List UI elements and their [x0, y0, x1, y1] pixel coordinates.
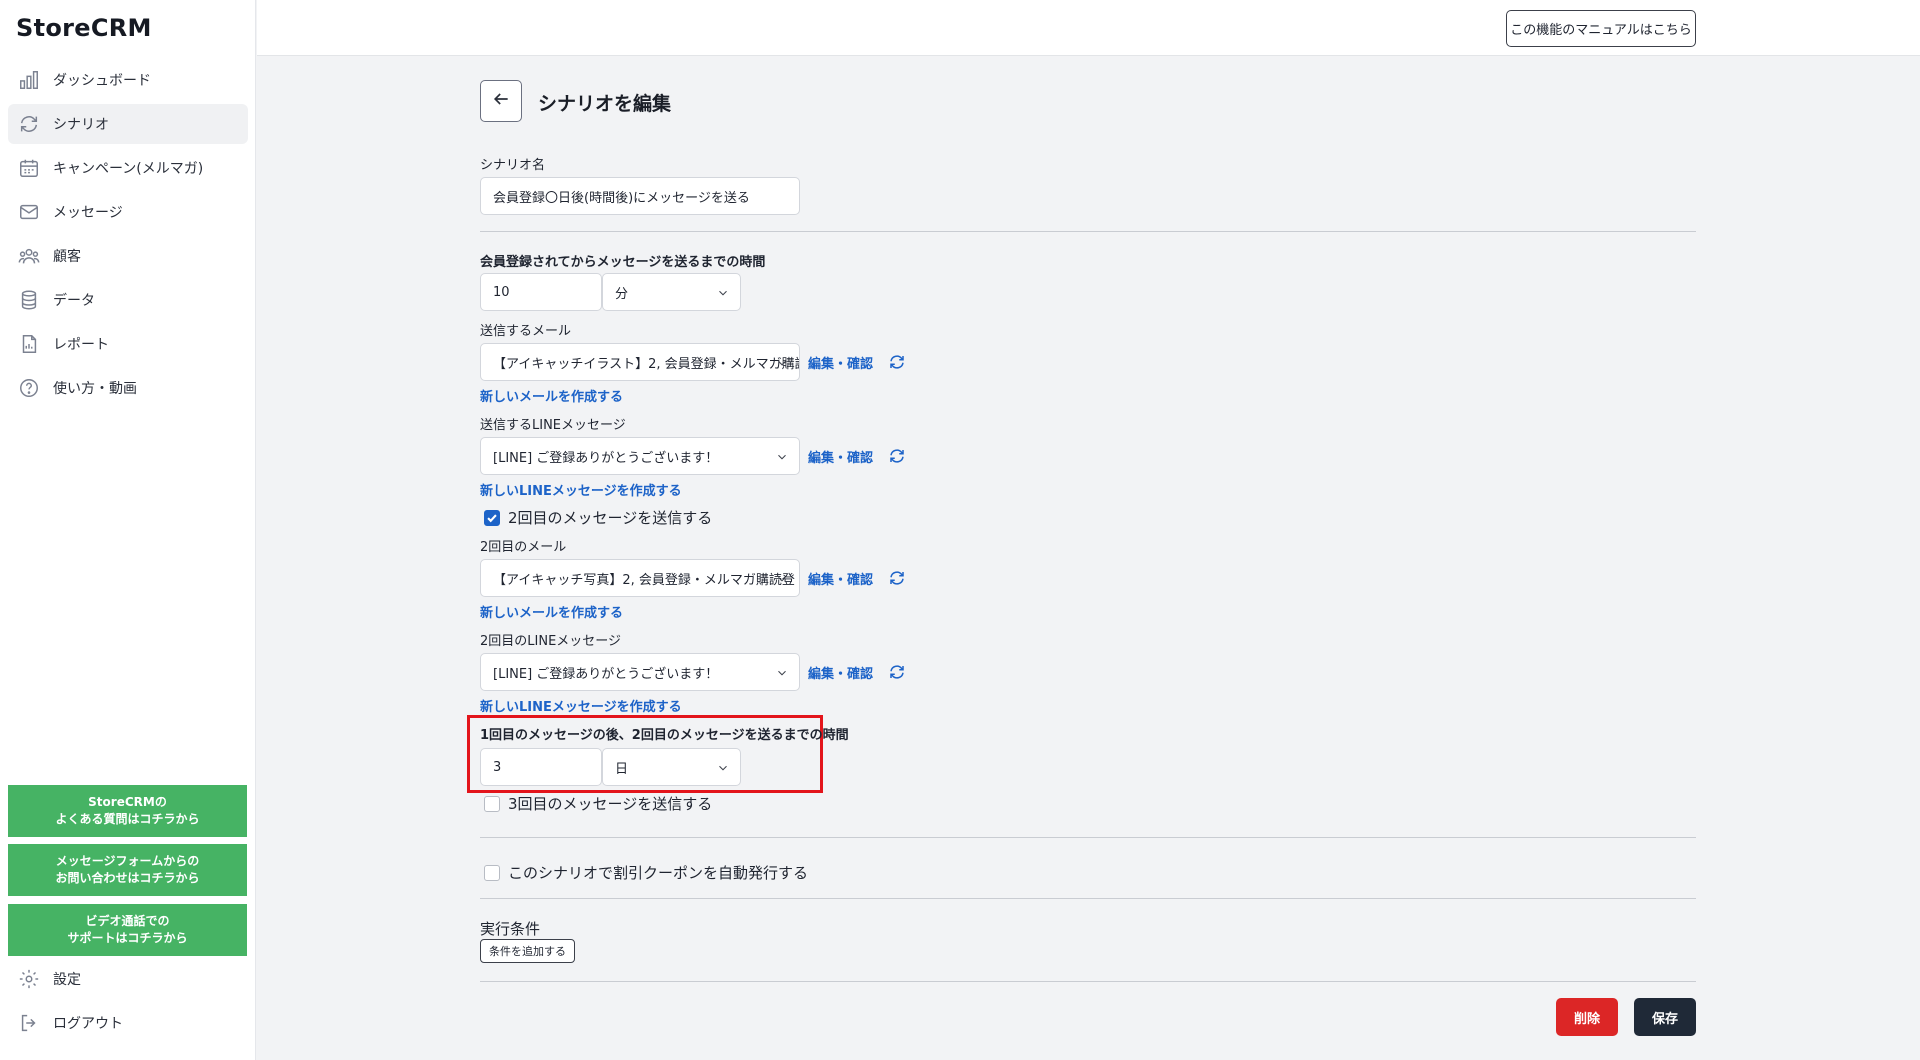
- sidebar-item-message[interactable]: メッセージ: [8, 192, 248, 232]
- sidebar: StoreCRM ダッシュボード シナリオ キャンペーン(メルマガ) メッセージ…: [0, 0, 256, 1060]
- app-logo: StoreCRM: [16, 14, 152, 42]
- second-line-edit-link[interactable]: 編集・確認: [808, 663, 873, 682]
- sidebar-item-label: メッセージ: [53, 205, 123, 221]
- chevron-down-icon: [716, 286, 730, 300]
- sidebar-item-settings[interactable]: 設定: [18, 963, 81, 995]
- mail-edit-link[interactable]: 編集・確認: [808, 353, 873, 372]
- users-icon: [18, 245, 40, 267]
- chevron-down-icon: [716, 761, 730, 775]
- second-delay-unit-select[interactable]: 日: [602, 748, 741, 786]
- chevron-down-icon: [775, 666, 789, 680]
- manual-button[interactable]: この機能のマニュアルはこちら: [1506, 10, 1696, 47]
- mail-label: 送信するメール: [480, 324, 572, 339]
- scenario-name-label: シナリオ名: [480, 158, 546, 173]
- add-condition-button[interactable]: 条件を追加する: [480, 939, 575, 963]
- sidebar-item-customers[interactable]: 顧客: [8, 236, 248, 276]
- second-mail-select[interactable]: 【アイキャッチ写真】2, 会員登録・メルマガ購読登: [480, 559, 800, 597]
- sidebar-item-scenario[interactable]: シナリオ: [8, 104, 248, 144]
- page-title: シナリオを編集: [538, 93, 672, 115]
- second-line-label: 2回目のLINEメッセージ: [480, 634, 622, 649]
- refresh-cycle-icon: [18, 113, 40, 135]
- delay-unit-select[interactable]: 分: [602, 273, 741, 311]
- third-send-label: 3回目のメッセージを送信する: [508, 795, 713, 813]
- sidebar-item-report[interactable]: レポート: [8, 324, 248, 364]
- delete-button[interactable]: 削除: [1556, 998, 1618, 1036]
- sidebar-item-logout[interactable]: ログアウト: [18, 1007, 123, 1039]
- calendar-icon: [18, 157, 40, 179]
- sidebar-nav: ダッシュボード シナリオ キャンペーン(メルマガ) メッセージ 顧客 データ レ…: [8, 60, 248, 412]
- divider: [480, 898, 1696, 899]
- sidebar-item-label: データ: [53, 293, 95, 309]
- sidebar-item-data[interactable]: データ: [8, 280, 248, 320]
- line-label: 送信するLINEメッセージ: [480, 418, 626, 433]
- sidebar-item-label: シナリオ: [53, 117, 109, 133]
- delay-value-input[interactable]: 10: [480, 273, 602, 311]
- sidebar-item-dashboard[interactable]: ダッシュボード: [8, 60, 248, 100]
- second-send-checkbox[interactable]: [484, 510, 500, 526]
- new-line-link[interactable]: 新しいLINEメッセージを作成する: [480, 480, 682, 499]
- divider: [480, 837, 1696, 838]
- contact-form-button[interactable]: メッセージフォームからの お問い合わせはコチラから: [8, 844, 247, 896]
- arrow-left-icon: [491, 89, 511, 113]
- new-line-link-2[interactable]: 新しいLINEメッセージを作成する: [480, 696, 682, 715]
- second-mail-label: 2回目のメール: [480, 540, 567, 555]
- bar-chart-icon: [18, 69, 40, 91]
- line-select[interactable]: [LINE] ご登録ありがとうございます！: [480, 437, 800, 475]
- divider: [480, 981, 1696, 982]
- chevron-down-icon: [775, 572, 789, 586]
- gear-icon: [18, 968, 40, 990]
- new-mail-link-2[interactable]: 新しいメールを作成する: [480, 602, 623, 621]
- chevron-down-icon: [775, 356, 789, 370]
- divider: [480, 231, 1696, 232]
- back-button[interactable]: [480, 80, 522, 122]
- line-edit-link[interactable]: 編集・確認: [808, 447, 873, 466]
- sidebar-item-label: ダッシュボード: [53, 73, 151, 89]
- second-mail-refresh-icon[interactable]: [888, 569, 906, 587]
- faq-button[interactable]: StoreCRMの よくある質問はコチラから: [8, 785, 247, 837]
- sidebar-item-label: レポート: [53, 337, 109, 353]
- sidebar-item-campaign[interactable]: キャンペーン(メルマガ): [8, 148, 248, 188]
- third-send-checkbox[interactable]: [484, 796, 500, 812]
- logout-icon: [18, 1012, 40, 1034]
- coupon-checkbox[interactable]: [484, 865, 500, 881]
- second-delay-value-input[interactable]: 3: [480, 748, 602, 786]
- chevron-down-icon: [775, 450, 789, 464]
- second-line-refresh-icon[interactable]: [888, 663, 906, 681]
- save-button[interactable]: 保存: [1634, 998, 1696, 1036]
- second-line-select[interactable]: [LINE] ご登録ありがとうございます！: [480, 653, 800, 691]
- second-send-label: 2回目のメッセージを送信する: [508, 509, 713, 527]
- mail-icon: [18, 201, 40, 223]
- new-mail-link[interactable]: 新しいメールを作成する: [480, 386, 623, 405]
- file-report-icon: [18, 333, 40, 355]
- mail-refresh-icon[interactable]: [888, 353, 906, 371]
- sidebar-item-label: 使い方・動画: [53, 381, 137, 397]
- database-icon: [18, 289, 40, 311]
- question-icon: [18, 377, 40, 399]
- coupon-label: このシナリオで割引クーポンを自動発行する: [508, 864, 809, 882]
- mail-select[interactable]: 【アイキャッチイラスト】2, 会員登録・メルマガ購読:: [480, 343, 800, 381]
- sidebar-item-label: キャンペーン(メルマガ): [53, 161, 204, 177]
- conditions-label: 実行条件: [480, 920, 541, 938]
- sidebar-item-label: 顧客: [53, 249, 81, 265]
- sidebar-item-help[interactable]: 使い方・動画: [8, 368, 248, 408]
- line-refresh-icon[interactable]: [888, 447, 906, 465]
- scenario-name-input[interactable]: 会員登録〇日後(時間後)にメッセージを送る: [480, 177, 800, 215]
- second-delay-label: 1回目のメッセージの後、2回目のメッセージを送るまでの時間: [480, 728, 849, 743]
- delay-label: 会員登録されてからメッセージを送るまでの時間: [480, 255, 766, 270]
- second-mail-edit-link[interactable]: 編集・確認: [808, 569, 873, 588]
- video-support-button[interactable]: ビデオ通話での サポートはコチラから: [8, 904, 247, 956]
